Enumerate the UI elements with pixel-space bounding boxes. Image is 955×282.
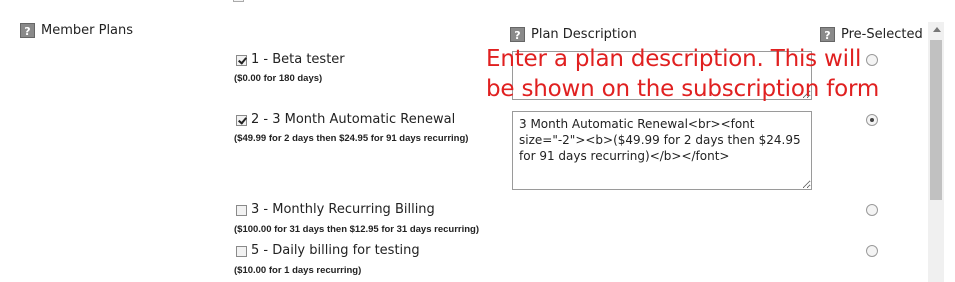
scroll-up-icon[interactable] — [933, 27, 941, 32]
annotation-line: be shown on the subscription form — [486, 76, 880, 102]
annotation-text: Enter a plan description. This will be s… — [486, 44, 879, 104]
plan-checkbox[interactable] — [236, 205, 247, 216]
annotation-line: Enter a plan description. This will — [486, 46, 862, 72]
plan-detail: ($49.99 for 2 days then $24.95 for 91 da… — [234, 133, 469, 144]
preselect-radio[interactable] — [866, 114, 878, 126]
plan-detail: ($100.00 for 31 days then $12.95 for 31 … — [234, 224, 480, 235]
plan-detail: ($10.00 for 1 days recurring) — [234, 265, 362, 276]
plan-description-header: Plan Description — [531, 27, 637, 42]
help-icon[interactable]: ? — [820, 27, 835, 42]
plan-detail: ($0.00 for 180 days) — [234, 73, 323, 84]
help-icon[interactable]: ? — [510, 27, 525, 42]
preselect-radio[interactable] — [866, 204, 878, 216]
plan-label: 3 - Monthly Recurring Billing — [251, 202, 435, 217]
help-icon[interactable]: ? — [20, 23, 35, 38]
plan-label: 2 - 3 Month Automatic Renewal — [251, 112, 456, 127]
plan-checkbox[interactable] — [236, 115, 247, 126]
pre-selected-header: Pre-Selected — [841, 27, 923, 42]
partial-checkbox-top — [233, 0, 244, 2]
plan-label: 5 - Daily billing for testing — [251, 243, 420, 258]
preselect-radio[interactable] — [866, 245, 878, 257]
plan-description-textarea[interactable]: 3 Month Automatic Renewal<br><font size=… — [512, 111, 812, 190]
scrollbar-thumb[interactable] — [930, 40, 942, 200]
plan-checkbox[interactable] — [236, 55, 247, 66]
member-plans-label: Member Plans — [41, 23, 134, 38]
plan-label: 1 - Beta tester — [251, 52, 345, 67]
plan-checkbox[interactable] — [236, 246, 247, 257]
